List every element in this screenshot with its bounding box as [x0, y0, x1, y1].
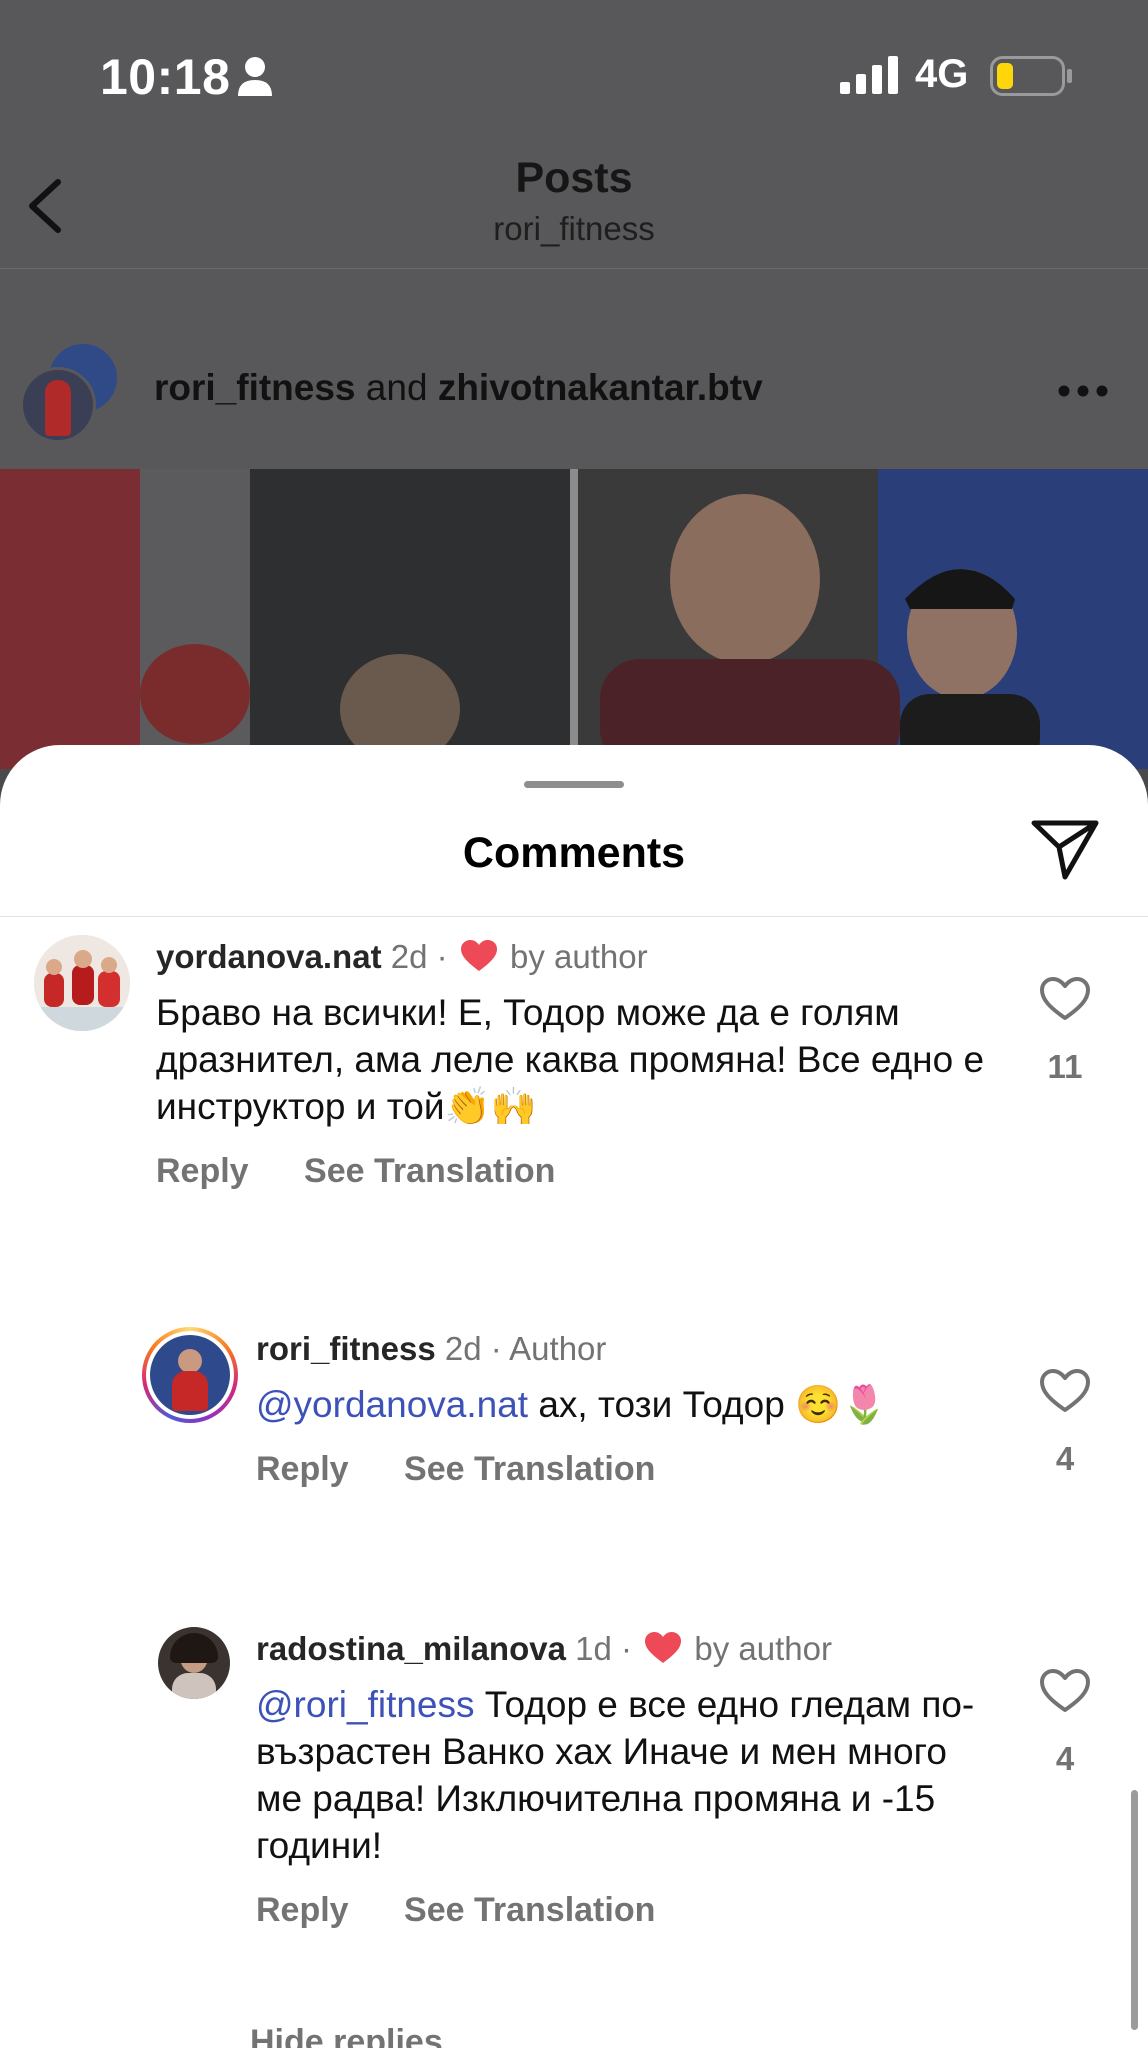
comment-meta: radostina_milanova 1d · by author: [256, 1627, 998, 1671]
comment-actions: Reply See Translation: [156, 1152, 998, 1191]
sheet-grabber[interactable]: [524, 781, 624, 788]
author-liked-heart-icon: [460, 940, 497, 971]
comment-meta: rori_fitness 2d · Author: [256, 1327, 998, 1371]
comment-actions: Reply See Translation: [256, 1450, 998, 1489]
reply-button[interactable]: Reply: [156, 1152, 249, 1190]
status-bar: 10:18 4G: [0, 0, 1148, 150]
post-authors[interactable]: rori_fitness and zhivotnakantar.btv: [154, 367, 763, 409]
meta-separator: ·: [621, 1630, 633, 1667]
scrollbar[interactable]: [1131, 1790, 1138, 2030]
comment-like: 4: [1030, 1669, 1100, 1778]
commenter-avatar[interactable]: [158, 1627, 230, 1699]
author-liked-heart-icon: [645, 1632, 682, 1663]
more-options-icon[interactable]: [1058, 385, 1108, 397]
nav-header: Posts rori_fitness: [0, 150, 1148, 269]
mention-link[interactable]: @yordanova.nat: [256, 1384, 528, 1425]
comment-time: 2d: [444, 1330, 482, 1367]
page-subtitle[interactable]: rori_fitness: [0, 210, 1148, 248]
like-count: 4: [1055, 1740, 1075, 1777]
comment-body: yordanova.nat 2d · by author Браво на вс…: [156, 935, 998, 1191]
comment-actions: Reply See Translation: [256, 1891, 998, 1930]
reply-button[interactable]: Reply: [256, 1891, 349, 1929]
see-translation-button[interactable]: See Translation: [304, 1152, 555, 1190]
comment-text: @rori_fitness Тодор е все едно гледам по…: [256, 1681, 998, 1869]
see-translation-button[interactable]: See Translation: [404, 1450, 655, 1488]
mention-link[interactable]: @rori_fitness: [256, 1684, 475, 1725]
comment-like: 11: [1030, 977, 1100, 1086]
comment-meta: yordanova.nat 2d · by author: [156, 935, 998, 979]
battery-icon: [990, 56, 1072, 96]
like-count: 11: [1047, 1048, 1083, 1085]
person-icon: [238, 57, 272, 96]
sheet-divider: [0, 916, 1148, 917]
status-time: 10:18: [100, 49, 231, 105]
comment-text: @yordanova.nat ах, този Тодор ☺️🌷: [256, 1381, 998, 1428]
reply-button[interactable]: Reply: [256, 1450, 349, 1488]
comment-text: Браво на всички! Е, Тодор може да е голя…: [156, 992, 985, 1127]
comment-username[interactable]: yordanova.nat: [156, 938, 382, 975]
comment-like: 4: [1030, 1369, 1100, 1478]
post-image[interactable]: [0, 469, 1148, 769]
comment-username[interactable]: radostina_milanova: [256, 1630, 566, 1667]
cellular-signal-icon: [840, 56, 898, 94]
hide-replies-button[interactable]: Hide replies: [250, 2023, 443, 2048]
comment-username[interactable]: rori_fitness: [256, 1330, 436, 1367]
like-count: 4: [1055, 1440, 1075, 1477]
author-liked-badge: by author: [509, 938, 648, 975]
comment-body: rori_fitness 2d · Author @yordanova.nat …: [256, 1327, 998, 1489]
post-photo-scene: [0, 469, 1148, 769]
like-heart-icon[interactable]: [1040, 1669, 1090, 1713]
network-type: 4G: [915, 52, 969, 96]
comments-sheet: Comments yordanova.nat 2d · by author Бр…: [0, 745, 1148, 2048]
post-coauthor-name[interactable]: zhivotnakantar.btv: [438, 367, 763, 408]
like-heart-icon[interactable]: [1040, 977, 1090, 1021]
author-avatar[interactable]: [20, 367, 96, 443]
post-header: rori_fitness and zhivotnakantar.btv: [0, 269, 1148, 469]
post-authors-conjunction: and: [365, 367, 428, 408]
see-translation-button[interactable]: See Translation: [404, 1891, 655, 1929]
commenter-avatar-story-ring[interactable]: [142, 1327, 238, 1423]
commenter-avatar[interactable]: [34, 935, 130, 1031]
page-title: Posts: [515, 154, 633, 202]
author-badge: Author: [509, 1330, 607, 1367]
like-heart-icon[interactable]: [1040, 1369, 1090, 1413]
meta-separator: ·: [436, 938, 448, 975]
comment-time: 1d: [575, 1630, 612, 1667]
author-liked-badge: by author: [694, 1630, 832, 1667]
comment-time: 2d: [390, 938, 428, 975]
share-send-icon[interactable]: [1030, 817, 1100, 881]
post-author-name[interactable]: rori_fitness: [154, 367, 356, 408]
meta-separator: ·: [490, 1330, 502, 1367]
comment-text-body: ах, този Тодор ☺️🌷: [528, 1384, 888, 1425]
comment-body: radostina_milanova 1d · by author @rori_…: [256, 1627, 998, 1930]
sheet-title: Comments: [462, 829, 686, 877]
avatar-photo: [34, 935, 130, 1031]
